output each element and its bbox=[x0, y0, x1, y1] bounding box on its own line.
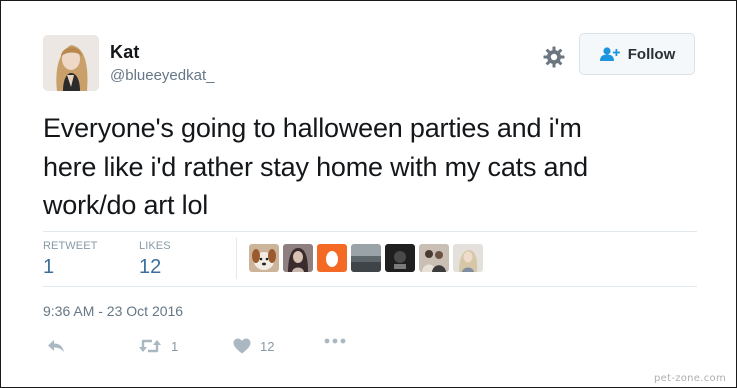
retweets-label[interactable]: RETWEET bbox=[43, 240, 97, 252]
tweet-card: Kat @blueeyedkat_ Follow Everyone's goin… bbox=[0, 0, 737, 388]
watermark: pet-zone.com bbox=[653, 373, 726, 384]
reply-button[interactable] bbox=[46, 338, 66, 354]
liker-avatar-people[interactable] bbox=[419, 244, 449, 272]
like-button[interactable]: 12 bbox=[233, 338, 274, 354]
divider bbox=[43, 286, 697, 287]
gear-icon[interactable] bbox=[542, 45, 566, 69]
tweet-line: work/do art lol bbox=[43, 190, 209, 220]
tweet-timestamp[interactable]: 9:36 AM - 23 Oct 2016 bbox=[43, 303, 183, 319]
tweet-line: here like i'd rather stay home with my c… bbox=[43, 151, 588, 182]
heart-icon bbox=[233, 338, 251, 354]
retweet-icon bbox=[139, 339, 161, 353]
avatar-photo bbox=[43, 35, 99, 91]
like-count: 12 bbox=[260, 338, 275, 354]
tweet-line: Everyone's going to halloween parties an… bbox=[43, 113, 582, 143]
liker-avatars bbox=[249, 244, 483, 272]
liker-avatar-dog[interactable] bbox=[249, 244, 279, 272]
reply-icon bbox=[48, 340, 64, 352]
display-name[interactable]: Kat bbox=[110, 42, 140, 63]
user-handle[interactable]: @blueeyedkat_ bbox=[110, 67, 214, 84]
retweets-count[interactable]: 1 bbox=[43, 256, 54, 279]
liker-avatar-dark[interactable] bbox=[385, 244, 415, 272]
more-options-button[interactable] bbox=[324, 338, 346, 344]
retweet-button[interactable]: 1 bbox=[138, 338, 178, 354]
tweet-text: Everyone's going to halloween parties an… bbox=[43, 109, 703, 225]
more-icon bbox=[324, 338, 346, 344]
likes-count[interactable]: 12 bbox=[139, 256, 161, 279]
liker-avatar-woman[interactable] bbox=[283, 244, 313, 272]
divider bbox=[43, 231, 697, 232]
follow-button[interactable]: Follow bbox=[579, 33, 695, 75]
liker-avatar-girl[interactable] bbox=[453, 244, 483, 272]
liker-avatar-landscape[interactable] bbox=[351, 244, 381, 272]
stats-divider bbox=[236, 238, 237, 279]
profile-avatar[interactable] bbox=[43, 35, 99, 91]
likes-label[interactable]: LIKES bbox=[139, 240, 171, 252]
liker-avatar-egg[interactable] bbox=[317, 244, 347, 272]
follow-button-label: Follow bbox=[627, 45, 676, 63]
add-user-icon bbox=[599, 47, 620, 61]
retweet-count: 1 bbox=[171, 338, 179, 354]
